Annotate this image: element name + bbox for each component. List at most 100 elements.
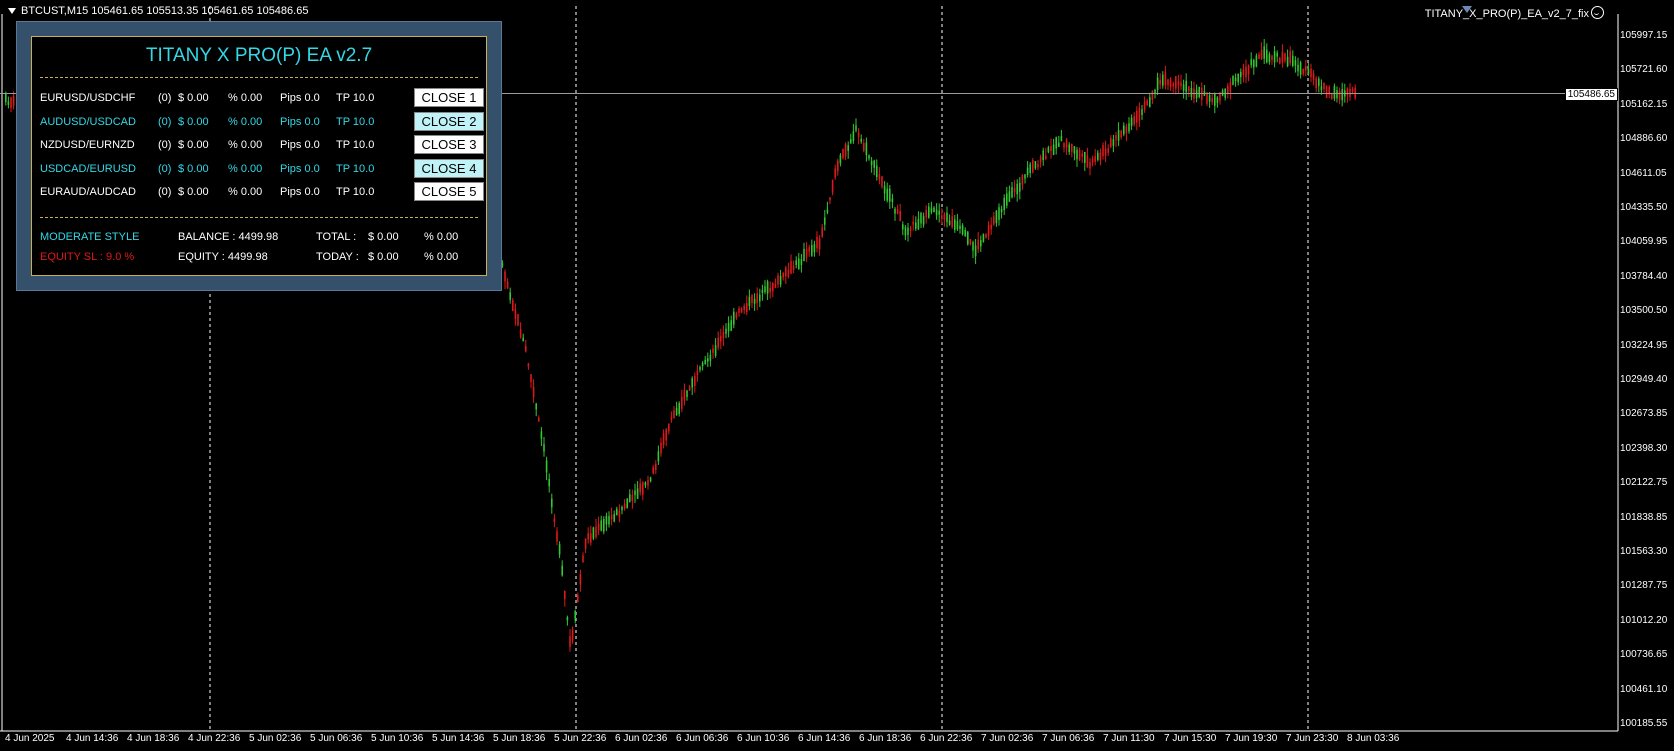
order-count: (0) <box>158 162 172 175</box>
time-label: 5 Jun 02:36 <box>249 733 302 744</box>
pair-label: USDCAD/EURUSD <box>40 162 136 175</box>
time-label: 6 Jun 02:36 <box>615 733 668 744</box>
time-label: 7 Jun 06:36 <box>1042 733 1095 744</box>
price-label: 104335.50 <box>1620 202 1668 213</box>
order-count: (0) <box>158 186 172 198</box>
price-label: 104059.95 <box>1620 236 1668 248</box>
today-pct: % 0.00 <box>424 251 459 263</box>
close-3-button[interactable]: CLOSE 3 <box>414 135 484 154</box>
total-pct: % 0.00 <box>424 231 459 243</box>
balance: BALANCE : 4499.98 <box>178 231 279 243</box>
current-price-label: 105486.65 <box>1564 88 1618 101</box>
time-label: 5 Jun 10:36 <box>371 733 424 744</box>
price-label: 103500.50 <box>1620 305 1668 317</box>
profit-percent: % 0.00 <box>228 92 263 104</box>
price-label: 104611.05 <box>1620 167 1667 179</box>
symbol-title[interactable]: BTCUST,M15 105461.65 105513.35 105461.65… <box>8 5 308 17</box>
time-label: 5 Jun 22:36 <box>554 733 607 744</box>
close-4-button[interactable]: CLOSE 4 <box>414 158 484 178</box>
smiley-icon <box>1591 6 1604 19</box>
tp-value: TP 10.0 <box>336 186 375 198</box>
time-label: 6 Jun 18:36 <box>859 733 912 744</box>
pair-label: EURUSD/USDCHF <box>40 92 136 104</box>
profit-percent: % 0.00 <box>228 162 263 175</box>
triangle-down-icon[interactable] <box>8 8 16 15</box>
time-label: 7 Jun 23:30 <box>1286 733 1339 744</box>
pips-value: Pips 0.0 <box>280 162 320 175</box>
price-label: 103224.95 <box>1620 339 1668 351</box>
profit-amount: $ 0.00 <box>178 139 209 151</box>
pair-label: AUDUSD/USDCAD <box>40 115 136 128</box>
pips-value: Pips 0.0 <box>280 139 320 151</box>
time-label: 7 Jun 02:36 <box>981 733 1034 744</box>
time-label: 5 Jun 18:36 <box>493 733 546 744</box>
tp-value: TP 10.0 <box>336 115 375 128</box>
panel-title: TITANY X PRO(P) EA v2.7 <box>145 45 373 66</box>
equity-sl: EQUITY SL : 9.0 % <box>40 251 135 263</box>
time-label: 7 Jun 11:30 <box>1103 733 1155 744</box>
tp-value: TP 10.0 <box>336 92 375 104</box>
time-label: 4 Jun 18:36 <box>127 733 180 744</box>
profit-percent: % 0.00 <box>228 186 263 198</box>
pips-value: Pips 0.0 <box>280 92 320 104</box>
profit-percent: % 0.00 <box>228 115 263 128</box>
price-label: 105997.15 <box>1620 30 1668 41</box>
pair-row: USDCAD/EURUSD (0) $ 0.00 % 0.00 Pips 0.0 TP 1… <box>40 158 484 179</box>
close-2-button[interactable]: CLOSE 2 <box>414 111 484 131</box>
profit-amount: $ 0.00 <box>178 186 209 198</box>
price-label: 101287.75 <box>1620 580 1668 592</box>
divider <box>40 77 478 78</box>
equity: EQUITY : 4499.98 <box>178 251 268 263</box>
price-label: 105721.60 <box>1620 64 1668 76</box>
pair-label: NZDUSD/EURNZD <box>40 139 135 151</box>
total-label: TOTAL : <box>316 231 357 243</box>
pair-label: EURAUD/AUDCAD <box>40 186 136 198</box>
order-count: (0) <box>158 92 172 104</box>
pair-row: EURAUD/AUDCAD (0) $ 0.00 % 0.00 Pips 0.0 TP 1… <box>40 182 484 202</box>
style-label: MODERATE STYLE <box>40 231 140 243</box>
pair-row: NZDUSD/EURNZD (0) $ 0.00 % 0.00 Pips 0.0 TP 1… <box>40 135 484 155</box>
time-label: 6 Jun 10:36 <box>737 733 790 744</box>
price-label: 101838.85 <box>1620 511 1668 523</box>
price-label: 101012.20 <box>1620 614 1668 626</box>
ea-panel-inner: TITANY X PRO(P) EA v2.7 EURUSD/USDCHF (0)… <box>31 36 487 276</box>
time-label: 6 Jun 06:36 <box>676 733 729 744</box>
tp-value: TP 10.0 <box>336 139 375 151</box>
time-label: 5 Jun 06:36 <box>310 733 363 744</box>
ea-panel[interactable]: TITANY X PRO(P) EA v2.7 EURUSD/USDCHF (0)… <box>16 21 502 291</box>
profit-amount: $ 0.00 <box>178 115 209 128</box>
price-label: 102673.85 <box>1620 408 1668 420</box>
close-5-button[interactable]: CLOSE 5 <box>414 182 484 201</box>
profit-amount: $ 0.00 <box>178 92 209 104</box>
price-label: 102122.75 <box>1620 477 1668 489</box>
price-label: 105162.15 <box>1620 98 1668 110</box>
time-label: 7 Jun 15:30 <box>1164 733 1217 744</box>
profit-percent: % 0.00 <box>228 139 263 151</box>
price-label: 103784.40 <box>1620 270 1668 282</box>
price-label: 100736.65 <box>1620 649 1668 661</box>
today-amount: $ 0.00 <box>368 251 399 263</box>
close-1-button[interactable]: CLOSE 1 <box>414 88 484 107</box>
today-label: TODAY : <box>316 251 359 263</box>
pair-row: EURUSD/USDCHF (0) $ 0.00 % 0.00 Pips 0.0 TP 1… <box>40 88 484 108</box>
tp-value: TP 10.0 <box>336 162 375 175</box>
time-label: 4 Jun 2025 <box>5 733 55 744</box>
order-count: (0) <box>158 115 172 128</box>
price-label: 102398.30 <box>1620 442 1668 454</box>
pips-value: Pips 0.0 <box>280 115 320 128</box>
profit-amount: $ 0.00 <box>178 162 209 175</box>
ea-name: TITANY_X_PRO(P)_EA_v2_7_fix <box>1425 6 1604 20</box>
time-label: 6 Jun 14:36 <box>798 733 851 744</box>
time-label: 6 Jun 22:36 <box>920 733 973 744</box>
divider <box>40 217 478 218</box>
time-label: 8 Jun 03:36 <box>1347 733 1400 744</box>
price-label: 104886.60 <box>1620 133 1668 145</box>
pips-value: Pips 0.0 <box>280 186 320 198</box>
price-label: 101563.30 <box>1620 546 1668 557</box>
time-label: 4 Jun 14:36 <box>66 733 119 744</box>
time-label: 7 Jun 19:30 <box>1225 733 1278 744</box>
time-label: 4 Jun 22:36 <box>188 733 241 744</box>
total-amount: $ 0.00 <box>368 231 399 243</box>
price-label: 102949.40 <box>1620 374 1668 385</box>
price-label: 100185.55 <box>1620 718 1668 729</box>
